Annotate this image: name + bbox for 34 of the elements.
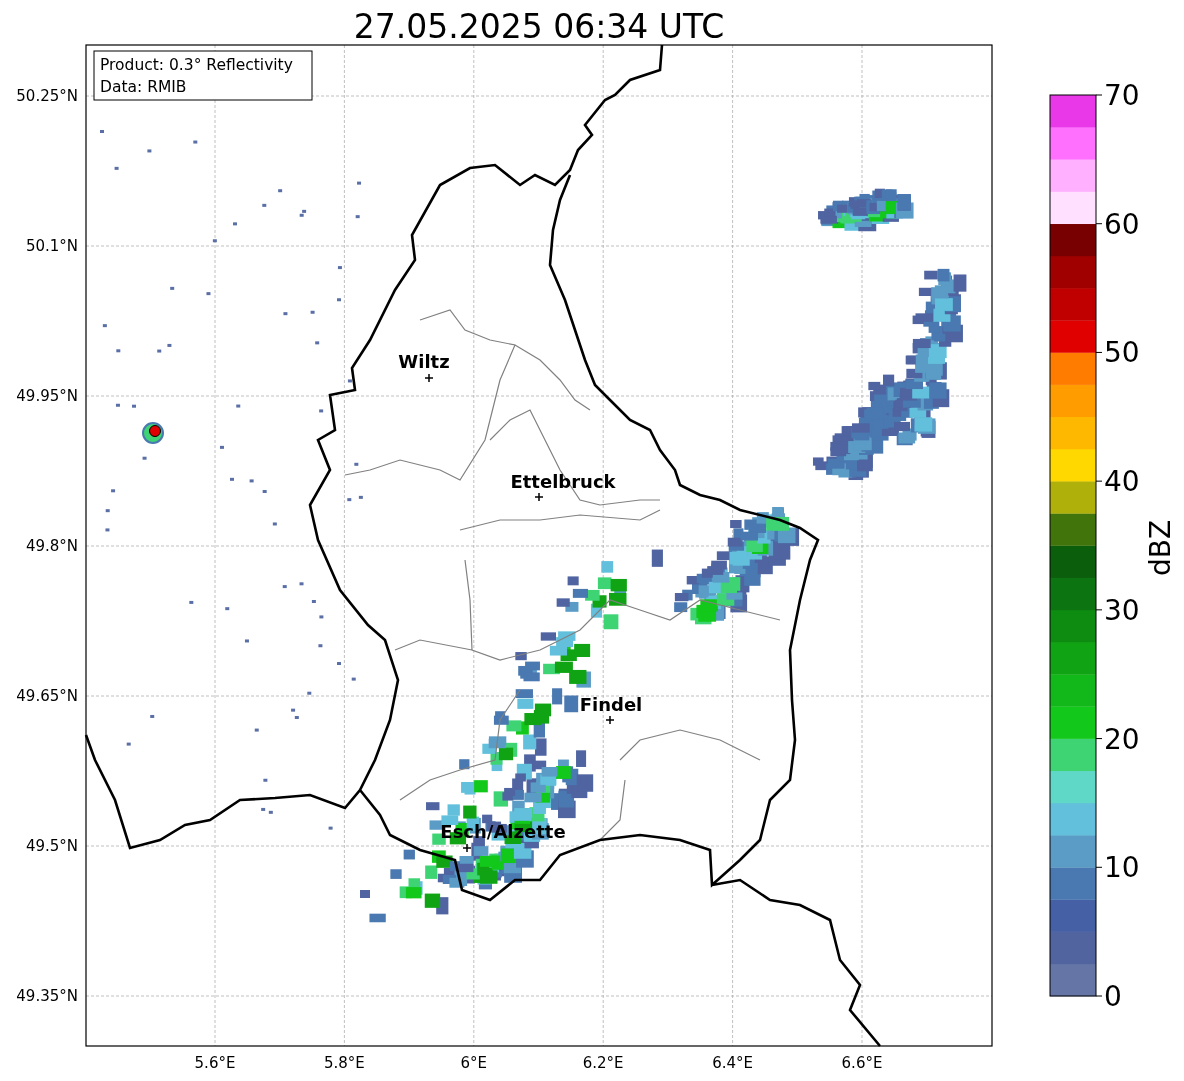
colorbar-tick-label: 60 bbox=[1104, 207, 1140, 241]
colorbar-tick-label: 30 bbox=[1104, 593, 1140, 627]
latitude-label: 49.35°N bbox=[16, 987, 78, 1005]
colorbar-label: dBZ bbox=[1144, 519, 1177, 577]
longitude-label: 5.8°E bbox=[324, 1054, 365, 1072]
chart-title: 27.05.2025 06:34 UTC bbox=[353, 7, 725, 46]
latitude-label: 50.25°N bbox=[16, 87, 78, 105]
colorbar-tick-label: 50 bbox=[1104, 336, 1140, 370]
latitude-label: 49.5°N bbox=[25, 837, 78, 855]
latitude-label: 49.8°N bbox=[25, 537, 78, 555]
longitude-label: 6.2°E bbox=[582, 1054, 624, 1072]
latitude-label: 49.65°N bbox=[16, 687, 78, 705]
longitude-label: 6.6°E bbox=[841, 1054, 883, 1072]
city-label: Ettelbruck bbox=[510, 471, 616, 492]
info-text: Data: RMIB bbox=[100, 78, 187, 96]
longitude-label: 6°E bbox=[460, 1054, 488, 1072]
colorbar-tick-label: 40 bbox=[1104, 465, 1140, 499]
city-marker-icon bbox=[605, 715, 615, 725]
city-label: Esch/Alzette bbox=[440, 821, 566, 842]
city-label: Findel bbox=[579, 694, 643, 715]
city-marker-icon bbox=[462, 843, 472, 853]
latitude-label: 49.95°N bbox=[16, 387, 78, 405]
longitude-label: 5.6°E bbox=[194, 1054, 236, 1072]
colorbar-tick-label: 70 bbox=[1104, 79, 1140, 112]
info-text: Product: 0.3° Reflectivity bbox=[100, 56, 293, 74]
city-marker-icon bbox=[424, 373, 434, 383]
city-label: Wiltz bbox=[398, 351, 450, 372]
latitude-label: 50.1°N bbox=[25, 237, 78, 255]
longitude-label: 6.4°E bbox=[712, 1054, 753, 1072]
colorbar-tick-label: 0 bbox=[1104, 980, 1122, 1013]
colorbar-tick-label: 20 bbox=[1104, 722, 1140, 756]
city-marker-icon bbox=[534, 492, 544, 502]
colorbar-tick-label: 10 bbox=[1104, 851, 1140, 885]
radar-site-icon bbox=[142, 422, 164, 444]
